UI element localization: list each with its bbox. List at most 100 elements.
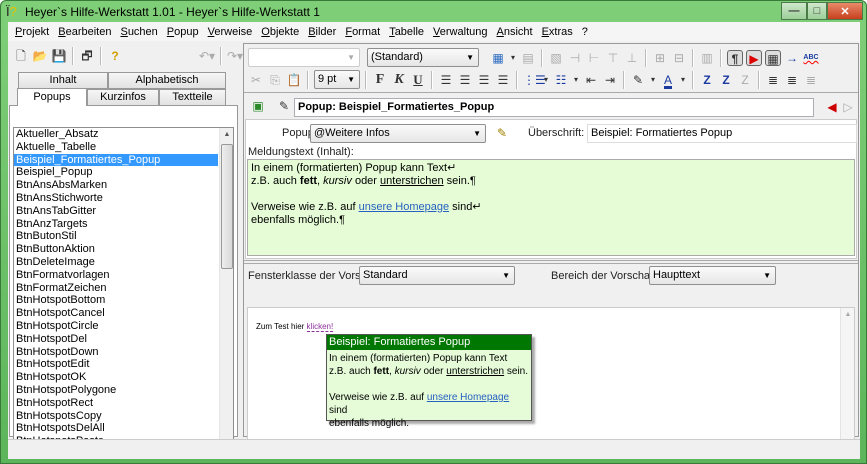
outdent-icon[interactable]: ⇤ [583, 72, 599, 88]
help-icon[interactable]: ? [107, 48, 123, 64]
message-text-editor[interactable]: In einem (formatierten) Popup kann Text↵… [247, 159, 855, 256]
list-item[interactable]: BtnDeleteImage [14, 256, 218, 269]
paragraph-help-icon[interactable]: ≣ [784, 72, 800, 88]
preview-area-select[interactable]: Haupttext ▼ [649, 266, 776, 285]
list-item[interactable]: BtnHotspotOK [14, 371, 218, 384]
underline-button[interactable]: U [410, 72, 426, 88]
menu-ansicht[interactable]: Ansicht [492, 26, 537, 38]
list-item[interactable]: BtnHotspotsDelAll [14, 422, 218, 435]
keyword-icon[interactable]: Z [699, 72, 715, 88]
maximize-button[interactable]: □ [807, 2, 827, 20]
list-item[interactable]: Aktueller_Absatz [14, 128, 218, 141]
merge-cells-icon[interactable]: ⊞ [652, 50, 668, 66]
forward-arrow-icon[interactable]: ▷ [840, 99, 856, 115]
show-gridlines-icon[interactable]: ▦ [765, 50, 781, 66]
menu-[interactable]: ? [578, 26, 593, 38]
properties-icon[interactable]: 🗗 [79, 48, 95, 64]
font-size-combo[interactable]: 9 pt ▼ [314, 70, 360, 89]
menu-objekte[interactable]: Objekte [257, 26, 304, 38]
list-item[interactable]: BtnHotspotDel [14, 333, 218, 346]
list-item[interactable]: BtnHotspotCancel [14, 307, 218, 320]
tab-kurzinfos[interactable]: Kurzinfos [87, 89, 159, 106]
menu-suchen[interactable]: Suchen [116, 26, 162, 38]
align-center-icon[interactable]: ☰ [457, 72, 473, 88]
list-item[interactable]: BtnHotspotEdit [14, 358, 218, 371]
list-item[interactable]: BtnFormatZeichen [14, 282, 218, 295]
heading-field[interactable]: Beispiel: Formatiertes Popup [587, 124, 857, 143]
copy-icon[interactable]: ⎘ [267, 72, 283, 88]
menu-bearbeiten[interactable]: Bearbeiten [54, 26, 116, 38]
keyword-add-icon[interactable]: Z [718, 72, 734, 88]
minimize-button[interactable]: — [781, 2, 807, 20]
insert-row-icon[interactable]: ⊤ [605, 50, 621, 66]
list-item[interactable]: BtnButonStil [14, 230, 218, 243]
menu-format[interactable]: Format [341, 26, 385, 38]
tab-textteile[interactable]: Textteile [159, 89, 226, 106]
menu-extras[interactable]: Extras [538, 26, 578, 38]
back-arrow-icon[interactable]: ◀ [824, 99, 840, 115]
list-item[interactable]: BtnHotspotBottom [14, 294, 218, 307]
list-scrollbar[interactable]: ▲ ▼ [219, 128, 233, 454]
list-item[interactable]: BtnFormatvorlagen [14, 269, 218, 282]
paragraph-format-icon[interactable]: ≣ [765, 72, 781, 88]
paragraph-remove-icon[interactable]: ≣ [803, 72, 819, 88]
scroll-thumb[interactable] [221, 144, 233, 269]
splitter[interactable] [244, 260, 858, 264]
show-marks-icon[interactable]: ¶ [727, 50, 743, 66]
dropdown-arrow-icon[interactable]: ▾ [649, 72, 657, 88]
menu-tabelle[interactable]: Tabelle [385, 26, 429, 38]
italic-button[interactable]: K [391, 72, 407, 88]
scroll-up-icon[interactable]: ▲ [220, 128, 233, 142]
list-item[interactable]: BtnAnsAbsMarken [14, 179, 218, 192]
cut-icon[interactable]: ✂ [248, 72, 264, 88]
open-folder-icon[interactable]: 📂 [32, 48, 48, 64]
bullet-list-icon[interactable]: ☷ [553, 72, 569, 88]
window-class-select[interactable]: Standard ▼ [359, 266, 515, 285]
menu-verweise[interactable]: Verweise [204, 26, 258, 38]
show-hotspots-icon[interactable]: ▶ [746, 50, 762, 66]
goto-link-icon[interactable]: → [784, 50, 800, 66]
spellcheck-icon[interactable]: ABC [803, 50, 819, 66]
dropdown-arrow-icon[interactable]: ▾ [572, 72, 580, 88]
scroll-up-icon[interactable]: ▲ [841, 308, 855, 322]
delete-col-icon[interactable]: ⊢ [586, 50, 602, 66]
popup-style-select[interactable]: @Weitere Infos ▼ [310, 124, 486, 143]
list-item[interactable]: Aktuelle_Tabelle [14, 141, 218, 154]
paste-icon[interactable]: 📋 [286, 72, 302, 88]
dropdown-arrow-icon[interactable]: ▾ [509, 50, 517, 66]
delete-row-icon[interactable]: ⊥ [624, 50, 640, 66]
list-item[interactable]: Beispiel_Formatiertes_Popup [14, 153, 218, 167]
indent-icon[interactable]: ⇥ [602, 72, 618, 88]
tab-alphabetisch[interactable]: Alphabetisch [108, 72, 226, 89]
tab-popups[interactable]: Popups [17, 88, 87, 106]
homepage-link[interactable]: unsere Homepage [427, 392, 509, 403]
list-item[interactable]: BtnHotspotRect [14, 397, 218, 410]
cell-edit-icon[interactable]: ▧ [548, 50, 564, 66]
redo-icon[interactable]: ↷▾ [227, 48, 243, 64]
list-item[interactable]: BtnHotspotCircle [14, 320, 218, 333]
split-cells-icon[interactable]: ⊟ [671, 50, 687, 66]
highlight-icon[interactable]: ✎ [630, 72, 646, 88]
insert-col-icon[interactable]: ⊣ [567, 50, 583, 66]
tab-inhalt[interactable]: Inhalt [18, 72, 108, 89]
table-grid-icon[interactable]: ▥ [699, 50, 715, 66]
new-popup-icon[interactable]: ▣ [250, 98, 266, 114]
menu-popup[interactable]: Popup [163, 26, 204, 38]
align-left-icon[interactable]: ☰ [438, 72, 454, 88]
list-item[interactable]: BtnAnzTargets [14, 218, 218, 231]
menu-verwaltung[interactable]: Verwaltung [429, 26, 492, 38]
keyword-remove-icon[interactable]: Z [737, 72, 753, 88]
save-icon[interactable]: 💾 [51, 48, 67, 64]
numbered-list-icon[interactable]: ⋮☰ [523, 72, 546, 88]
align-right-icon[interactable]: ☰ [476, 72, 492, 88]
menu-bilder[interactable]: Bilder [304, 26, 341, 38]
insert-table-icon[interactable]: ▦ [490, 50, 506, 66]
close-button[interactable]: ✕ [827, 2, 863, 20]
dropdown-arrow-icon[interactable]: ▾ [542, 72, 550, 88]
list-item[interactable]: BtnHotspotsCopy [14, 410, 218, 423]
test-popup-link[interactable]: klicken! [306, 322, 334, 332]
topic-title-field[interactable]: Popup: Beispiel_Formatiertes_Popup [294, 98, 814, 117]
menu-projekt[interactable]: Projekt [11, 26, 54, 38]
bold-button[interactable]: F [372, 72, 388, 88]
list-item[interactable]: BtnAnsStichworte [14, 192, 218, 205]
